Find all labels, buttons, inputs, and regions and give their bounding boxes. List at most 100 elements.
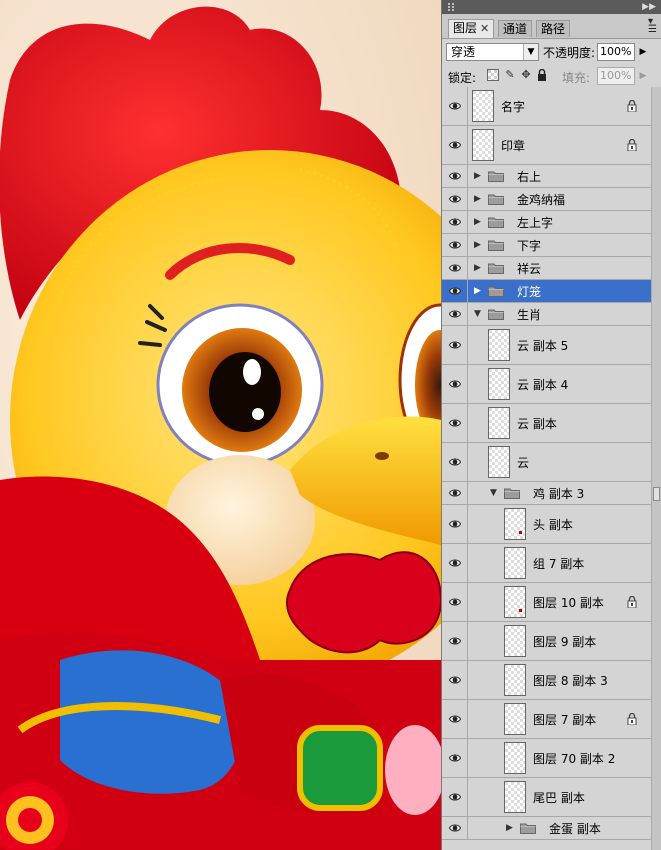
layer-group-row[interactable]: ▶ 祥云 <box>442 257 651 280</box>
visibility-eye-icon[interactable] <box>442 165 468 187</box>
visibility-eye-icon[interactable] <box>442 126 468 164</box>
expand-right-icon[interactable]: ▶ <box>506 823 516 833</box>
layer-name: 图层 10 副本 <box>533 595 604 610</box>
visibility-eye-icon[interactable] <box>442 404 468 442</box>
visibility-eye-icon[interactable] <box>442 622 468 660</box>
fill-label: 填充: <box>562 71 591 85</box>
thumbnail-mark <box>519 609 522 612</box>
layer-row[interactable]: 组 7 副本 <box>442 544 651 583</box>
layer-group-row[interactable]: ▶ 金蛋 副本 <box>442 817 651 840</box>
layer-name: 下字 <box>517 238 542 253</box>
visibility-eye-icon[interactable] <box>442 303 468 325</box>
layer-row[interactable]: 名字 <box>442 87 651 126</box>
visibility-eye-icon[interactable] <box>442 700 468 738</box>
layer-row[interactable]: 图层 8 副本 3 <box>442 661 651 700</box>
layer-group-row[interactable]: ▶ 右上 <box>442 165 651 188</box>
layer-row[interactable]: 图层 9 副本 <box>442 622 651 661</box>
layers-scrollbar[interactable] <box>651 87 661 850</box>
close-icon[interactable]: ✕ <box>480 22 489 35</box>
layer-group-row[interactable]: ▶ 左上字 <box>442 211 651 234</box>
visibility-eye-icon[interactable] <box>442 87 468 125</box>
lock-all-icon[interactable] <box>536 68 548 81</box>
layer-row[interactable]: 云 副本 4 <box>442 365 651 404</box>
blend-mode-select[interactable]: 穿透 ▼ <box>446 43 539 61</box>
layer-row[interactable]: 图层 7 副本 <box>442 700 651 739</box>
visibility-eye-icon[interactable] <box>442 257 468 279</box>
visibility-eye-icon[interactable] <box>442 280 468 302</box>
lock-move-icon[interactable]: ✥ <box>520 69 532 81</box>
layer-group-row[interactable]: ▼ 鸡 副本 3 <box>442 482 651 505</box>
folder-icon <box>488 193 504 205</box>
layer-name: 金蛋 副本 <box>549 821 601 836</box>
lock-brush-icon[interactable]: ✎ <box>504 69 516 81</box>
opacity-slider-icon[interactable]: ▶ <box>636 43 650 61</box>
layer-row[interactable]: 尾巴 副本 <box>442 778 651 817</box>
layer-thumbnail <box>472 129 494 161</box>
expand-right-icon[interactable]: ▶ <box>474 263 484 273</box>
tab-paths-label: 路径 <box>541 22 566 36</box>
visibility-eye-icon[interactable] <box>442 661 468 699</box>
layer-row[interactable]: 印章 <box>442 126 651 165</box>
lock-transparency-icon[interactable] <box>487 69 499 81</box>
fill-slider-icon[interactable]: ▶ <box>636 67 650 85</box>
tab-paths[interactable]: 路径 <box>536 20 571 37</box>
lock-row: 锁定: ✎ ✥ 填充: 100% ▶ <box>442 65 661 88</box>
collapse-icon[interactable]: ▶▶ <box>642 0 656 14</box>
expand-right-icon[interactable]: ▶ <box>474 217 484 227</box>
layer-thumbnail <box>488 407 510 439</box>
tab-layers-label: 图层 <box>453 21 478 35</box>
expand-down-icon[interactable]: ▼ <box>490 488 500 498</box>
scrollbar-thumb[interactable] <box>653 487 660 501</box>
layer-group-row[interactable]: ▶ 金鸡纳福 <box>442 188 651 211</box>
layer-row[interactable]: 云 <box>442 443 651 482</box>
opacity-label: 不透明度: <box>543 46 596 60</box>
visibility-eye-icon[interactable] <box>442 234 468 256</box>
visibility-eye-icon[interactable] <box>442 211 468 233</box>
visibility-eye-icon[interactable] <box>442 739 468 777</box>
panel-menu-icon[interactable]: ▾ ☰ <box>648 17 657 35</box>
layer-row[interactable]: 云 副本 <box>442 404 651 443</box>
tab-channels[interactable]: 通道 <box>498 20 533 37</box>
visibility-eye-icon[interactable] <box>442 188 468 210</box>
layer-group-row[interactable]: ▶ 下字 <box>442 234 651 257</box>
visibility-eye-icon[interactable] <box>442 326 468 364</box>
chevron-down-icon[interactable]: ▼ <box>523 44 538 60</box>
document-canvas[interactable] <box>0 0 441 850</box>
lock-icon <box>627 712 637 726</box>
expand-down-icon[interactable]: ▼ <box>474 309 484 319</box>
expand-right-icon[interactable]: ▶ <box>474 286 484 296</box>
tab-layers[interactable]: 图层 ✕ <box>448 19 495 38</box>
visibility-eye-icon[interactable] <box>442 443 468 481</box>
visibility-eye-icon[interactable] <box>442 505 468 543</box>
blend-mode-value: 穿透 <box>451 45 476 59</box>
visibility-eye-icon[interactable] <box>442 365 468 403</box>
visibility-eye-icon[interactable] <box>442 583 468 621</box>
layer-thumbnail <box>504 508 526 540</box>
expand-right-icon[interactable]: ▶ <box>474 240 484 250</box>
layers-list: 名字 印章 ▶ 右上 ▶ 金鸡纳福 ▶ 左上字 ▶ 下字 ▶ 祥云 ▶ 灯笼 ▼ 生肖云 副本 5 云 副本 4… <box>442 87 651 850</box>
folder-icon <box>488 216 504 228</box>
layer-row[interactable]: 图层 10 副本 <box>442 583 651 622</box>
panel-titlebar[interactable]: ▶▶ <box>442 0 661 14</box>
layer-group-row[interactable]: ▼ 生肖 <box>442 303 651 326</box>
layer-name: 灯笼 <box>517 284 542 299</box>
fill-input[interactable]: 100% <box>597 67 635 85</box>
layers-panel: ▶▶ 图层 ✕ 通道 路径 ▾ ☰ 穿透 ▼ 不透明度: 100% ▶ 锁定: ✎ … <box>441 0 661 850</box>
layer-thumbnail <box>488 329 510 361</box>
opacity-input[interactable]: 100% <box>597 43 635 61</box>
expand-right-icon[interactable]: ▶ <box>474 194 484 204</box>
layer-name: 金鸡纳福 <box>517 192 566 207</box>
visibility-eye-icon[interactable] <box>442 544 468 582</box>
folder-icon <box>488 170 504 182</box>
visibility-eye-icon[interactable] <box>442 482 468 504</box>
expand-right-icon[interactable]: ▶ <box>474 171 484 181</box>
layer-row[interactable]: 头 副本 <box>442 505 651 544</box>
grip-icon[interactable] <box>448 3 454 11</box>
layer-thumbnail <box>504 781 526 813</box>
layer-row[interactable]: 云 副本 5 <box>442 326 651 365</box>
visibility-eye-icon[interactable] <box>442 778 468 816</box>
layer-group-row[interactable]: ▶ 灯笼 <box>442 280 651 303</box>
layer-row[interactable]: 图层 70 副本 2 <box>442 739 651 778</box>
visibility-eye-icon[interactable] <box>442 817 468 839</box>
layer-name: 图层 7 副本 <box>533 712 597 727</box>
